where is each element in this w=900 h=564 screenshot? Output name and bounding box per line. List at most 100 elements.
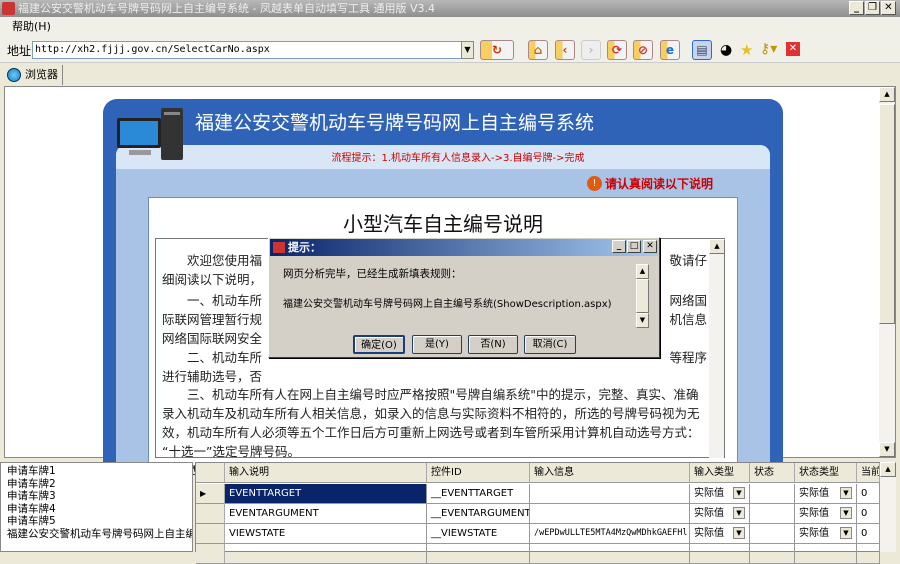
window-title-bar: 福建公安交警机动车号牌号码网上自主编号系统 - 凤越表单自动填写工具 通用版 V… — [0, 0, 900, 17]
dialog-close-button[interactable]: ✕ — [643, 240, 657, 253]
stop-icon[interactable]: ⊘ — [633, 40, 653, 60]
dropdown-icon[interactable]: ▼ — [733, 507, 745, 519]
grid-cell[interactable]: 实际值 ▼ — [795, 524, 857, 544]
dropdown-icon[interactable]: ▼ — [733, 527, 745, 539]
grid-cell[interactable] — [530, 484, 690, 504]
grid-cell[interactable] — [750, 484, 795, 504]
column-header[interactable]: 当前 — [857, 463, 880, 483]
grid-cell[interactable] — [225, 544, 427, 564]
scroll-up-icon[interactable]: ▲ — [879, 87, 895, 102]
grid-cell[interactable] — [690, 544, 750, 564]
textarea-scrollbar[interactable]: ▲ — [709, 239, 725, 458]
grid-cell[interactable]: 实际值 ▼ — [690, 504, 750, 524]
ok-button[interactable]: 确定(O) — [353, 335, 405, 354]
grid-cell[interactable]: 0 — [857, 524, 880, 544]
dropdown-icon[interactable]: ▼ — [840, 487, 852, 499]
minimize-button[interactable]: _ — [849, 1, 864, 15]
grid-cell[interactable]: VIEWSTATE — [225, 524, 427, 544]
close-x-icon[interactable]: ✕ — [786, 42, 800, 56]
dialog-scrollbar[interactable]: ▲ ▼ — [636, 264, 649, 328]
grid-cell[interactable]: 实际值 ▼ — [795, 504, 857, 524]
column-header[interactable]: 输入说明 — [225, 463, 427, 483]
scroll-up-icon[interactable]: ▲ — [709, 239, 725, 254]
grid-cell[interactable] — [857, 544, 880, 564]
grid-cell[interactable]: __EVENTTARGET — [427, 484, 530, 504]
column-header[interactable]: 状态类型 — [795, 463, 857, 483]
grid-cell[interactable] — [750, 544, 795, 564]
column-header[interactable]: 输入类型 — [690, 463, 750, 483]
ie-icon[interactable]: e — [660, 40, 680, 60]
grid-cell[interactable]: __VIEWSTATE — [427, 524, 530, 544]
flow-hint: 流程提示：1.机动车所有人信息录入->3.自编号牌->完成 — [331, 153, 585, 164]
forward-icon[interactable]: › — [581, 40, 601, 60]
scroll-up-icon[interactable]: ▲ — [880, 462, 896, 477]
cancel-button[interactable]: 取消(C) — [524, 335, 576, 354]
column-header[interactable]: 控件ID — [427, 463, 530, 483]
description-line: 效，机动车所有人必须等五个工作日后方可重新上网选号或者到车管所采用计算机自动选号… — [162, 422, 707, 441]
no-button[interactable]: 否(N) — [468, 335, 518, 354]
grid-cell[interactable] — [795, 544, 857, 564]
dialog-maximize-button[interactable]: □ — [627, 240, 641, 253]
dialog-detail: 福建公安交警机动车号牌号码网上自主编号系统(ShowDescription.as… — [283, 299, 612, 310]
home-icon[interactable]: ⌂ — [528, 40, 548, 60]
tab-bar — [0, 64, 900, 85]
address-input[interactable]: http://xh2.fjjj.gov.cn/SelectCarNo.aspx — [32, 41, 462, 59]
dropdown-icon[interactable]: ▼ — [840, 507, 852, 519]
line-text: 二、机动车所 — [162, 350, 263, 365]
go-refresh-icon[interactable]: ↻ — [480, 40, 514, 60]
grid-cell[interactable] — [530, 544, 690, 564]
yes-button[interactable]: 是(Y) — [412, 335, 462, 354]
row-header[interactable] — [196, 544, 225, 564]
grid-scrollbar[interactable]: ▲ — [880, 462, 896, 552]
scroll-thumb[interactable] — [636, 279, 649, 313]
line-text: 效，机动车所有人必须等五个工作日后方可重新上网选号或者到车管所采用计算机自动选号… — [162, 425, 700, 440]
globe-icon — [7, 68, 21, 82]
column-header[interactable]: 状态 — [750, 463, 795, 483]
grid-cell[interactable]: 实际值 ▼ — [690, 484, 750, 504]
grid-cell[interactable]: 实际值 ▼ — [690, 524, 750, 544]
list-item[interactable]: 申请车牌2 — [7, 478, 192, 491]
grid-cell[interactable]: 0 — [857, 484, 880, 504]
scroll-up-icon[interactable]: ▲ — [636, 264, 649, 279]
list-item[interactable]: 申请车牌3 — [7, 490, 192, 503]
list-item[interactable]: 申请车牌5 — [7, 515, 192, 528]
settings-icon[interactable]: ◕ — [720, 42, 732, 58]
row-header[interactable] — [196, 524, 225, 544]
grid-cell[interactable]: EVENTTARGET — [225, 484, 427, 504]
grid-cell[interactable] — [530, 504, 690, 524]
address-dropdown[interactable]: ▼ — [461, 41, 474, 59]
back-icon[interactable]: ‹ — [555, 40, 575, 60]
restore-button[interactable]: ❐ — [865, 1, 880, 15]
star-icon[interactable]: ★ — [740, 41, 753, 59]
browser-scrollbar[interactable]: ▲ ▼ — [879, 87, 895, 457]
scroll-down-icon[interactable]: ▼ — [879, 442, 895, 457]
close-button[interactable]: ✕ — [881, 1, 896, 15]
grid-cell[interactable] — [750, 524, 795, 544]
key-add-icon[interactable]: ⚷▾ — [760, 41, 777, 57]
grid-cell[interactable]: 实际值 ▼ — [795, 484, 857, 504]
dialog-minimize-button[interactable]: _ — [612, 240, 626, 253]
column-header[interactable]: 输入信息 — [530, 463, 690, 483]
refresh-icon[interactable]: ⟳ — [607, 40, 627, 60]
scroll-thumb[interactable] — [879, 104, 895, 324]
list-item[interactable]: 福建公安交警机动车号牌号码网上自主编号系统(ShowDescription.as… — [7, 528, 192, 541]
scroll-down-icon[interactable]: ▼ — [636, 313, 649, 328]
list-item[interactable]: 申请车牌1 — [7, 465, 192, 478]
menu-help[interactable]: 帮助(H) — [12, 20, 51, 33]
grid-cell[interactable]: EVENTARGUMENT — [225, 504, 427, 524]
grid-cell[interactable]: __EVENTARGUMENT — [427, 504, 530, 524]
window-select-icon[interactable]: ▤ — [692, 40, 712, 60]
line-text: 欢迎您使用福 — [162, 253, 263, 268]
row-header[interactable]: ▶ — [196, 484, 225, 504]
row-header[interactable] — [196, 504, 225, 524]
dropdown-icon[interactable]: ▼ — [733, 487, 745, 499]
line-text: 进行辅助选号，否 — [162, 369, 263, 384]
list-item[interactable]: 申请车牌4 — [7, 503, 192, 516]
grid-cell[interactable]: /wEPDwULLTE5MTA4MzQwMDhkGAEFHl — [530, 524, 690, 544]
dropdown-icon[interactable]: ▼ — [840, 527, 852, 539]
address-label: 地址 — [7, 44, 32, 58]
grid-cell[interactable] — [427, 544, 530, 564]
grid-cell[interactable] — [750, 504, 795, 524]
doc-title: 小型汽车自主编号说明 — [343, 212, 543, 236]
grid-cell[interactable]: 0 — [857, 504, 880, 524]
